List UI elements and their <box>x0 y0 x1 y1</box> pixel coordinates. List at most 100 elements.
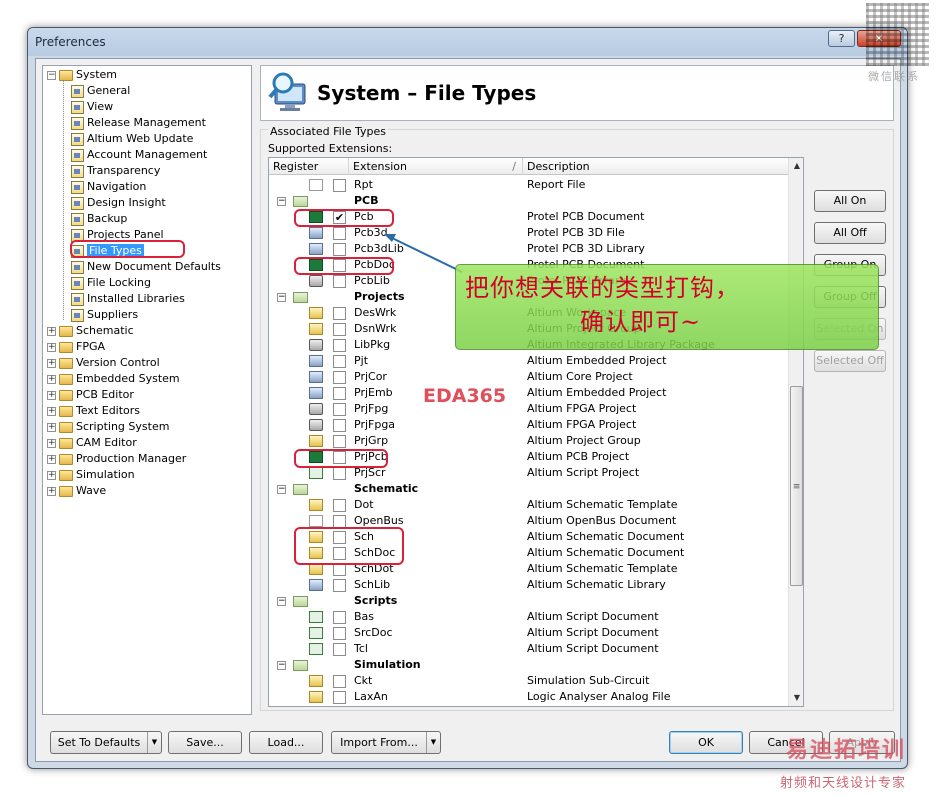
side-button[interactable]: All On <box>814 190 886 212</box>
ok-button[interactable]: OK <box>669 731 743 754</box>
table-row[interactable]: Ckt Simulation Sub-Circuit <box>269 673 789 689</box>
table-row[interactable]: PrjCor Altium Core Project <box>269 369 789 385</box>
tree-item[interactable]: Account Management <box>71 147 207 163</box>
expand-icon[interactable]: + <box>47 326 56 336</box>
column-extension[interactable]: Extension / <box>349 158 523 175</box>
table-row[interactable]: LaxAn Logic Analyser Analog File <box>269 689 789 705</box>
title-bar[interactable]: Preferences ? ✕ <box>28 28 907 56</box>
register-checkbox[interactable] <box>333 275 346 288</box>
category-row[interactable]: − PCB <box>269 193 789 209</box>
table-row[interactable]: PrjFpg Altium FPGA Project <box>269 401 789 417</box>
register-checkbox[interactable] <box>333 371 346 384</box>
collapse-icon[interactable]: − <box>277 293 286 302</box>
tree-item[interactable]: Navigation <box>71 179 146 195</box>
collapse-icon[interactable]: − <box>277 197 286 206</box>
register-checkbox[interactable] <box>333 243 346 256</box>
tree-item[interactable]: Altium Web Update <box>71 131 193 147</box>
table-row[interactable]: Pcb3dLib Protel PCB 3D Library <box>269 241 789 257</box>
expand-icon[interactable]: + <box>47 374 56 384</box>
tree-item[interactable]: + FPGA <box>47 339 105 355</box>
set-to-defaults-button[interactable]: Set To Defaults ▼ <box>50 731 162 754</box>
register-checkbox[interactable] <box>333 435 346 448</box>
preferences-tree[interactable]: − System General View Release Management Alti… <box>42 65 252 715</box>
tree-item[interactable]: Release Management <box>71 115 206 131</box>
register-checkbox[interactable] <box>333 307 346 320</box>
tree-item[interactable]: General <box>71 83 130 99</box>
register-checkbox[interactable] <box>333 499 346 512</box>
save-button[interactable]: Save... <box>168 731 242 754</box>
tree-item[interactable]: File Locking <box>71 275 151 291</box>
category-row[interactable]: − Simulation <box>269 657 789 673</box>
load-button[interactable]: Load... <box>249 731 323 754</box>
category-row[interactable]: − Schematic <box>269 481 789 497</box>
register-checkbox[interactable] <box>333 323 346 336</box>
tree-item[interactable]: View <box>71 99 113 115</box>
register-checkbox[interactable] <box>333 675 346 688</box>
register-checkbox[interactable] <box>333 355 346 368</box>
collapse-icon[interactable]: − <box>47 70 56 80</box>
table-row[interactable]: Dot Altium Schematic Template <box>269 497 789 513</box>
register-checkbox[interactable] <box>333 579 346 592</box>
register-checkbox[interactable] <box>333 403 346 416</box>
expand-icon[interactable]: + <box>47 422 56 432</box>
expand-icon[interactable]: + <box>47 454 56 464</box>
register-checkbox[interactable] <box>333 227 346 240</box>
expand-icon[interactable]: + <box>47 342 56 352</box>
grid-scrollbar[interactable]: ▲ ≡ ▼ <box>788 158 803 706</box>
tree-item[interactable]: Backup <box>71 211 127 227</box>
table-row[interactable]: SchLib Altium Schematic Library <box>269 577 789 593</box>
expand-icon[interactable]: + <box>47 406 56 416</box>
register-checkbox[interactable] <box>333 387 346 400</box>
tree-item[interactable]: Transparency <box>71 163 160 179</box>
tree-item[interactable]: + Simulation <box>47 467 135 483</box>
tree-item[interactable]: + Embedded System <box>47 371 180 387</box>
table-row[interactable]: PrjEmb Altium Embedded Project <box>269 385 789 401</box>
tree-item[interactable]: Installed Libraries <box>71 291 185 307</box>
side-button[interactable]: Selected Off <box>814 350 886 372</box>
table-row[interactable]: Bas Altium Script Document <box>269 609 789 625</box>
register-checkbox[interactable] <box>333 691 346 704</box>
file-types-grid[interactable]: Register Extension / Description Rpt Repo… <box>268 157 804 707</box>
register-checkbox[interactable] <box>333 467 346 480</box>
tree-item[interactable]: Design Insight <box>71 195 166 211</box>
tree-item[interactable]: New Document Defaults <box>71 259 221 275</box>
chevron-down-icon[interactable]: ▼ <box>147 732 161 753</box>
collapse-icon[interactable]: − <box>277 661 286 670</box>
table-row[interactable]: Rpt Report File <box>269 177 789 193</box>
column-register[interactable]: Register <box>269 158 349 175</box>
tree-item[interactable]: Suppliers <box>71 307 138 323</box>
scroll-up-icon[interactable]: ▲ <box>789 158 803 174</box>
tree-item[interactable]: + Scripting System <box>47 419 169 435</box>
category-row[interactable]: − Scripts <box>269 593 789 609</box>
table-row[interactable]: Pjt Altium Embedded Project <box>269 353 789 369</box>
table-row[interactable]: PrjFpga Altium FPGA Project <box>269 417 789 433</box>
expand-icon[interactable]: + <box>47 470 56 480</box>
table-row[interactable]: PrjGrp Altium Project Group <box>269 433 789 449</box>
expand-icon[interactable]: + <box>47 486 56 496</box>
expand-icon[interactable]: + <box>47 358 56 368</box>
tree-item[interactable]: + Text Editors <box>47 403 140 419</box>
collapse-icon[interactable]: − <box>277 597 286 606</box>
import-from-button[interactable]: Import From... ▼ <box>331 731 441 754</box>
register-checkbox[interactable] <box>333 419 346 432</box>
chevron-down-icon[interactable]: ▼ <box>426 732 440 753</box>
expand-icon[interactable]: + <box>47 390 56 400</box>
tree-item[interactable]: + Production Manager <box>47 451 186 467</box>
table-row[interactable]: SrcDoc Altium Script Document <box>269 625 789 641</box>
help-button[interactable]: ? <box>828 30 855 47</box>
table-row[interactable]: Pcb3d Protel PCB 3D File <box>269 225 789 241</box>
tree-item[interactable]: + PCB Editor <box>47 387 134 403</box>
tree-item[interactable]: + CAM Editor <box>47 435 137 451</box>
expand-icon[interactable]: + <box>47 438 56 448</box>
register-checkbox[interactable] <box>333 179 346 192</box>
table-row[interactable]: Tcl Altium Script Document <box>269 641 789 657</box>
tree-item[interactable]: − System <box>47 67 117 83</box>
scroll-thumb[interactable]: ≡ <box>790 386 803 586</box>
side-button[interactable]: All Off <box>814 222 886 244</box>
collapse-icon[interactable]: − <box>277 485 286 494</box>
register-checkbox[interactable] <box>333 339 346 352</box>
scroll-down-icon[interactable]: ▼ <box>789 690 803 706</box>
register-checkbox[interactable] <box>333 627 346 640</box>
tree-item[interactable]: + Version Control <box>47 355 160 371</box>
register-checkbox[interactable] <box>333 643 346 656</box>
